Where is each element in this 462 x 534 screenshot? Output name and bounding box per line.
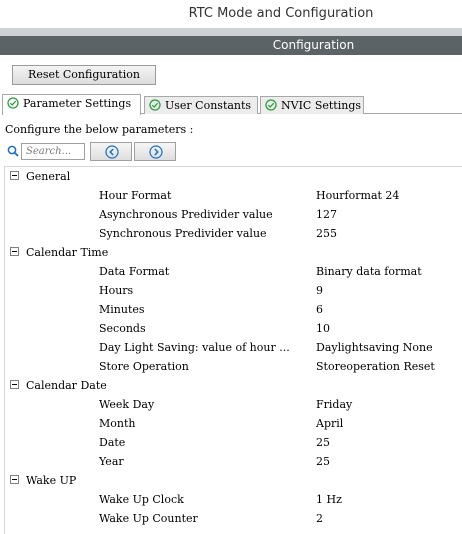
parameter-name: Date	[99, 436, 126, 449]
configuration-bar: Configuration	[0, 36, 462, 55]
group-general[interactable]: General	[5, 167, 459, 186]
parameter-value[interactable]: 255	[316, 224, 337, 243]
parameter-row[interactable]: Minutes 6	[5, 300, 459, 319]
parameter-value[interactable]: 25	[316, 433, 330, 452]
parameter-value[interactable]: 1 Hz	[316, 490, 342, 509]
parameter-value[interactable]: 127	[316, 205, 337, 224]
tab-bar: Parameter Settings User Constants NVIC S…	[2, 94, 462, 115]
parameter-row[interactable]: Seconds 10	[5, 319, 459, 338]
search-input[interactable]: Search...	[21, 143, 85, 160]
parameter-tree: General Hour Format Hourformat 24 Asynch…	[4, 166, 462, 534]
parameter-name: Store Operation	[99, 360, 189, 373]
parameter-value[interactable]: 10	[316, 319, 330, 338]
parameter-row[interactable]: Synchronous Predivider value 255	[5, 224, 459, 243]
search-icon	[7, 145, 19, 157]
parameter-name: Month	[99, 417, 136, 430]
parameter-row[interactable]: Wake Up Counter 2	[5, 509, 459, 528]
parameter-value[interactable]: Daylightsaving None	[316, 338, 433, 357]
parameter-name: Year	[99, 455, 124, 468]
configuration-label: Configuration	[272, 38, 355, 52]
tab-label: NVIC Settings	[281, 99, 362, 112]
arrow-right-icon	[149, 145, 163, 159]
search-next-button[interactable]	[134, 142, 176, 161]
parameter-value[interactable]: April	[316, 414, 343, 433]
collapse-icon[interactable]	[10, 475, 19, 484]
parameter-value[interactable]: Binary data format	[316, 262, 422, 281]
parameter-value[interactable]: Hourformat 24	[316, 186, 399, 205]
configure-parameters-label: Configure the below parameters :	[5, 123, 194, 136]
parameter-name: Wake Up Clock	[99, 493, 184, 506]
group-name: Wake UP	[26, 474, 77, 487]
reset-configuration-button[interactable]: Reset Configuration	[12, 65, 156, 85]
collapse-icon[interactable]	[10, 171, 19, 180]
parameter-name: Minutes	[99, 303, 145, 316]
tab-label: User Constants	[165, 99, 252, 112]
parameter-row[interactable]: Week Day Friday	[5, 395, 459, 414]
parameter-row[interactable]: Year 25	[5, 452, 459, 471]
title-bar: RTC Mode and Configuration	[0, 0, 462, 28]
tab-parameter-settings[interactable]: Parameter Settings	[2, 94, 141, 115]
parameter-row[interactable]: Date 25	[5, 433, 459, 452]
parameter-row[interactable]: Data Format Binary data format	[5, 262, 459, 281]
parameter-name: Synchronous Predivider value	[99, 227, 267, 240]
collapse-icon[interactable]	[10, 247, 19, 256]
parameter-name: Data Format	[99, 265, 170, 278]
parameter-value[interactable]: 2	[316, 509, 323, 528]
parameter-value[interactable]: Storeoperation Reset	[316, 357, 435, 376]
search-previous-button[interactable]	[90, 142, 132, 161]
group-name: General	[26, 170, 71, 183]
parameter-value[interactable]: Friday	[316, 395, 352, 414]
parameter-name: Hours	[99, 284, 134, 297]
check-circle-icon	[149, 99, 161, 111]
collapse-icon[interactable]	[10, 380, 19, 389]
parameter-row[interactable]: Asynchronous Predivider value 127	[5, 205, 459, 224]
tab-nvic-settings[interactable]: NVIC Settings	[260, 96, 364, 114]
tab-user-constants[interactable]: User Constants	[144, 96, 258, 114]
tab-label: Parameter Settings	[23, 97, 132, 110]
parameter-row[interactable]: Month April	[5, 414, 459, 433]
parameter-name: Hour Format	[99, 189, 172, 202]
parameter-name: Week Day	[99, 398, 155, 411]
group-calendar-date[interactable]: Calendar Date	[5, 376, 459, 395]
group-name: Calendar Time	[26, 246, 109, 259]
group-calendar-time[interactable]: Calendar Time	[5, 243, 459, 262]
parameter-value[interactable]: 6	[316, 300, 323, 319]
window-title: RTC Mode and Configuration	[188, 6, 374, 21]
parameter-value[interactable]: 25	[316, 452, 330, 471]
parameter-name: Day Light Saving: value of hour ...	[99, 341, 290, 354]
group-name: Calendar Date	[26, 379, 107, 392]
group-wake-up[interactable]: Wake UP	[5, 471, 459, 490]
check-circle-icon	[7, 97, 19, 109]
parameter-name: Seconds	[99, 322, 146, 335]
parameter-name: Wake Up Counter	[99, 512, 198, 525]
parameter-row[interactable]: Hour Format Hourformat 24	[5, 186, 459, 205]
parameter-row[interactable]: Store Operation Storeoperation Reset	[5, 357, 459, 376]
parameter-row[interactable]: Hours 9	[5, 281, 459, 300]
parameter-row[interactable]: Wake Up Clock 1 Hz	[5, 490, 459, 509]
parameter-name: Asynchronous Predivider value	[99, 208, 273, 221]
arrow-left-icon	[105, 145, 119, 159]
parameter-value[interactable]: 9	[316, 281, 323, 300]
parameter-row[interactable]: Day Light Saving: value of hour ... Dayl…	[5, 338, 459, 357]
check-circle-icon	[265, 99, 277, 111]
title-strip	[0, 28, 462, 36]
